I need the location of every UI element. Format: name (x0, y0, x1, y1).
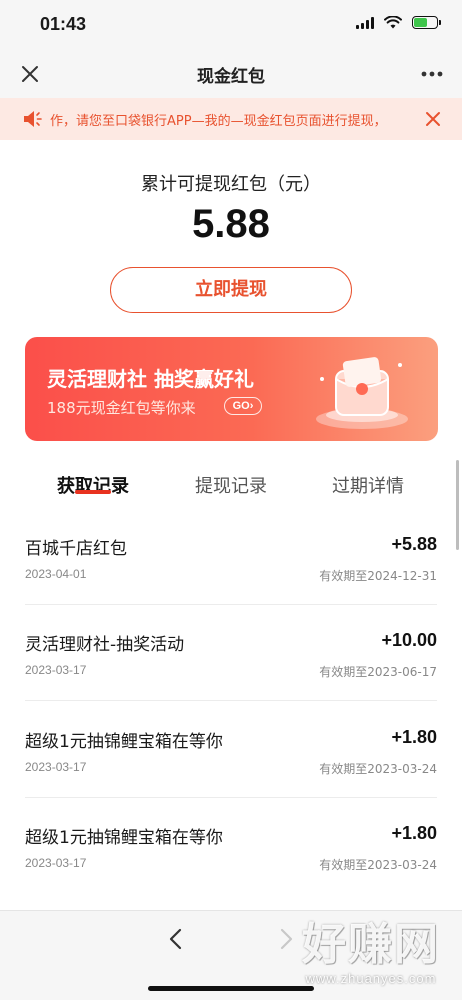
record-date: 2023-03-17 (25, 663, 87, 677)
nav-bar: 现金红包 (0, 50, 462, 98)
cellular-signal-icon (356, 16, 374, 29)
home-indicator (148, 986, 314, 991)
notice-close-icon[interactable] (424, 110, 442, 128)
banner-subtitle: 188元现金红包等你来 (47, 399, 196, 417)
speaker-icon (24, 111, 42, 127)
record-title: 超级1元抽锦鲤宝箱在等你 (25, 828, 223, 848)
withdraw-button[interactable]: 立即提现 (110, 267, 352, 313)
record-title: 灵活理财社-抽奖活动 (25, 635, 185, 655)
record-amount: +1.80 (391, 823, 437, 843)
record-tabs: 获取记录 提现记录 过期详情 (0, 462, 462, 512)
tab-earn-records[interactable]: 获取记录 (33, 472, 153, 498)
record-title: 百城千店红包 (25, 539, 127, 559)
record-amount: +1.80 (391, 727, 437, 747)
scrollbar[interactable] (456, 460, 459, 550)
banner-title: 灵活理财社 抽奖赢好礼 (47, 367, 254, 391)
tab-expired-details[interactable]: 过期详情 (308, 472, 428, 498)
list-item[interactable]: 百城千店红包 2023-04-01 +5.88 有效期至2024-12-31 (0, 534, 462, 630)
wifi-icon (384, 16, 402, 29)
record-expiry: 有效期至2023-03-24 (319, 762, 437, 776)
gift-box-icon (316, 357, 408, 429)
list-item[interactable]: 灵活理财社-抽奖活动 2023-03-17 +10.00 有效期至2023-06… (0, 630, 462, 726)
banner-go-label: GO (232, 400, 250, 412)
list-item[interactable]: 超级1元抽锦鲤宝箱在等你 2023-03-17 +1.80 有效期至2023-0… (0, 823, 462, 919)
balance-amount: 5.88 (192, 202, 270, 246)
list-item[interactable]: 超级1元抽锦鲤宝箱在等你 2023-03-17 +1.80 有效期至2023-0… (0, 727, 462, 823)
active-tab-indicator (75, 490, 111, 494)
status-bar: 01:43 (0, 0, 462, 50)
watermark-url: www.zhuanyes.com (305, 971, 437, 986)
battery-icon (412, 16, 441, 29)
record-amount: +10.00 (381, 630, 437, 650)
record-expiry: 有效期至2024-12-31 (319, 569, 437, 583)
back-arrow-icon[interactable] (166, 927, 186, 951)
record-date: 2023-03-17 (25, 856, 87, 870)
record-expiry: 有效期至2023-03-24 (319, 858, 437, 872)
notice-text: 作，请您至口袋银行APP—我的—现金红包页面进行提现， (50, 114, 387, 129)
notice-bar: 作，请您至口袋银行APP—我的—现金红包页面进行提现， (0, 98, 462, 140)
status-icons (356, 16, 441, 29)
balance-label: 累计可提现红包（元） (141, 174, 321, 195)
record-date: 2023-04-01 (25, 567, 87, 581)
divider (25, 700, 437, 701)
record-title: 超级1元抽锦鲤宝箱在等你 (25, 732, 223, 752)
record-date: 2023-03-17 (25, 760, 87, 774)
summary-card: 累计可提现红包（元） 5.88 立即提现 (0, 140, 462, 335)
bottom-toolbar: 好赚网 www.zhuanyes.com (0, 910, 462, 1000)
forward-arrow-icon[interactable] (276, 927, 296, 951)
tab-withdraw-records[interactable]: 提现记录 (171, 472, 291, 498)
record-amount: +5.88 (391, 534, 437, 554)
watermark-logo: 好赚网 (302, 919, 440, 970)
divider (25, 604, 437, 605)
more-icon[interactable] (418, 63, 446, 85)
record-expiry: 有效期至2023-06-17 (319, 665, 437, 679)
promo-banner[interactable]: 灵活理财社 抽奖赢好礼 188元现金红包等你来 GO› (25, 337, 438, 441)
banner-go-button[interactable]: GO› (224, 397, 262, 415)
page-title: 现金红包 (197, 67, 265, 87)
status-time: 01:43 (40, 14, 87, 34)
watermark: 好赚网 www.zhuanyes.com (302, 919, 440, 986)
divider (25, 797, 437, 798)
